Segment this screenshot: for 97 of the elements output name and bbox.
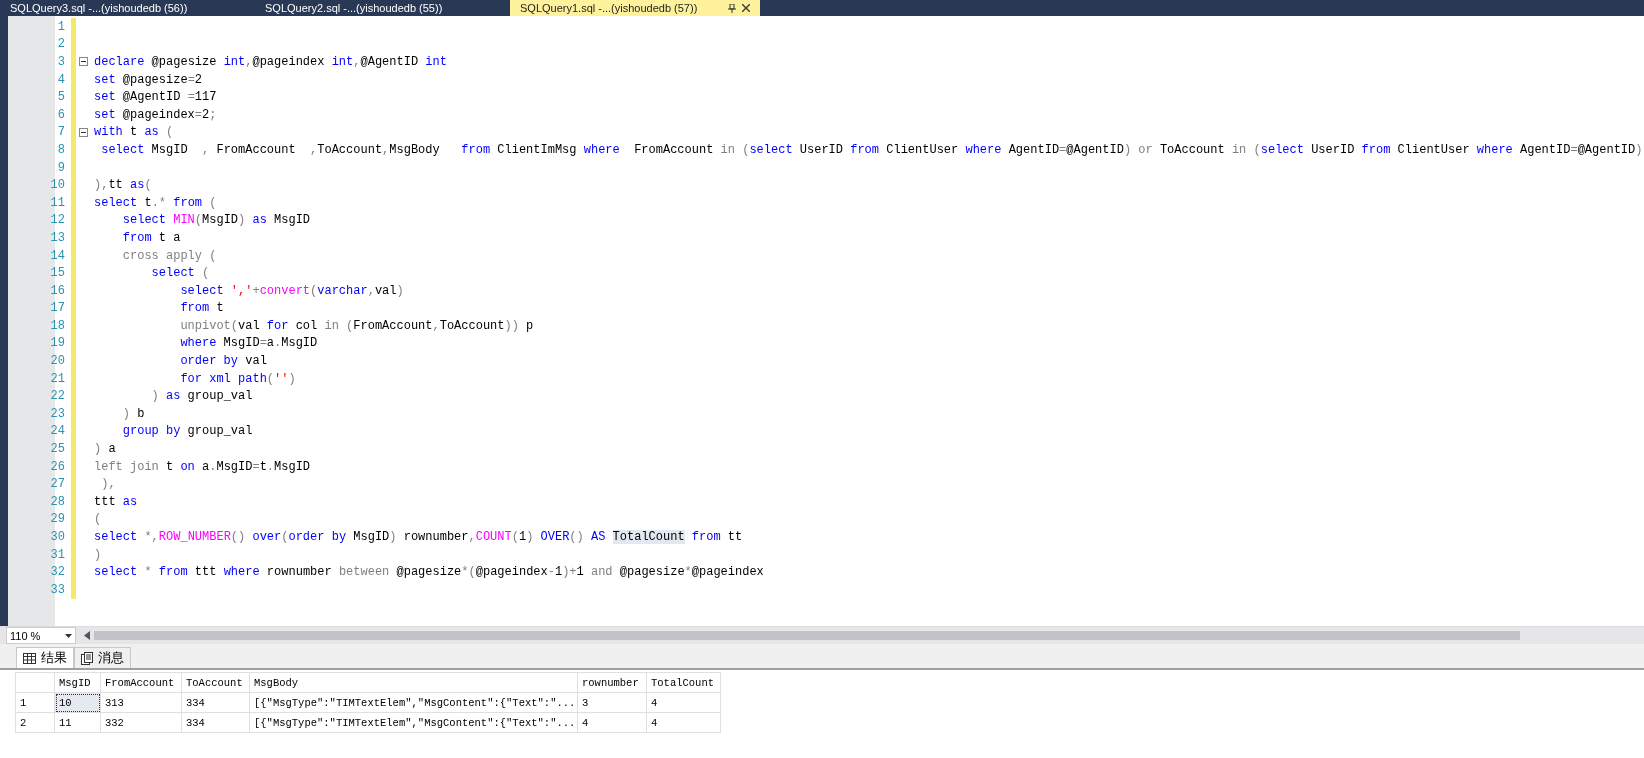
- line-number: 30: [50, 530, 65, 544]
- line-number: 6: [57, 107, 65, 122]
- code-line: declare @pagesize int,@pageindex int,@AgentID int: [93, 55, 447, 69]
- collapse-icon[interactable]: [78, 127, 88, 137]
- results-tab[interactable]: 结果: [16, 647, 74, 668]
- line-number: 18: [50, 318, 65, 333]
- table-cell[interactable]: 4: [647, 713, 721, 733]
- column-header[interactable]: MsgBody: [250, 673, 578, 693]
- line-number: 3: [57, 55, 65, 69]
- pin-icon[interactable]: [728, 3, 736, 13]
- code-line: select MIN(MsgID) as MsgID: [121, 213, 311, 228]
- line-number: 1: [57, 19, 65, 34]
- code-line: from t a: [121, 230, 181, 245]
- line-number: 31: [50, 547, 65, 562]
- results-tab[interactable]: 消息: [74, 647, 131, 668]
- scrollbar-thumb[interactable]: [94, 631, 1520, 640]
- line-number: 22: [50, 389, 65, 404]
- code-line: where MsgID=a.MsgID: [179, 336, 318, 351]
- line-number: 29: [50, 512, 65, 527]
- line-number: 5: [57, 90, 65, 105]
- line-number: 14: [50, 248, 65, 263]
- table-cell[interactable]: 332: [101, 713, 182, 733]
- line-number: 25: [50, 442, 65, 457]
- code-line: for xml path(''): [179, 371, 296, 386]
- line-number: 2: [57, 37, 65, 52]
- code-line: order by val: [179, 354, 267, 369]
- table-cell[interactable]: 334: [182, 693, 250, 713]
- line-number: 9: [57, 160, 65, 175]
- line-number: 28: [50, 494, 65, 509]
- code-line: ),tt as(: [93, 178, 152, 193]
- line-number: 17: [50, 301, 65, 316]
- line-number: 12: [50, 213, 65, 228]
- code-line: select (: [150, 266, 210, 281]
- column-header[interactable]: MsgID: [55, 673, 101, 693]
- collapse-icon[interactable]: [78, 57, 88, 67]
- document-tab[interactable]: SQLQuery2.sql -...(yishoudedb (55)): [255, 0, 510, 16]
- line-number: 8: [57, 142, 65, 157]
- code-line: group by group_val: [121, 424, 253, 439]
- table-cell[interactable]: 313: [101, 693, 182, 713]
- table-cell[interactable]: 10: [55, 693, 101, 713]
- line-number: 33: [50, 582, 65, 597]
- column-header[interactable]: rownumber: [578, 673, 647, 693]
- document-icon: [81, 651, 93, 665]
- code-line: left join t on a.MsgID=t.MsgID: [93, 459, 311, 474]
- code-line: select MsgID , FromAccount ,ToAccount,MsgBody from ClientImMsg where FromAccount in (select UserID from ClientUser where AgentID=@AgentID) or ToAccount in (select UserID from ClientUser where AgentID=@AgentID): [100, 142, 1643, 157]
- line-number: 23: [50, 406, 65, 421]
- line-number: 19: [50, 336, 65, 351]
- grid-icon: [23, 652, 36, 664]
- line-number: 24: [50, 424, 65, 439]
- code-line: cross apply (: [121, 248, 217, 263]
- caret-icon: [65, 633, 72, 638]
- code-line: ) as group_val: [150, 389, 253, 404]
- table-cell[interactable]: 334: [182, 713, 250, 733]
- code-line: set @pageindex=2;: [93, 107, 217, 122]
- code-line: ): [93, 547, 102, 562]
- table-cell[interactable]: 4: [578, 713, 647, 733]
- line-number: 11: [50, 195, 65, 210]
- code-line: ) b: [121, 406, 145, 421]
- table-cell[interactable]: [{"MsgType":"TIMTextElem","MsgContent":{"Text":"...: [250, 713, 578, 733]
- code-line: ) a: [93, 442, 116, 457]
- code-line: select * from ttt where rownumber between @pagesize*(@pageindex-1)+1 and @pagesize*@pageindex: [93, 565, 764, 580]
- document-tab[interactable]: SQLQuery3.sql -...(yishoudedb (56)): [0, 0, 255, 16]
- line-number: 21: [50, 371, 65, 386]
- code-line: from t: [179, 301, 224, 316]
- line-number: 32: [50, 565, 65, 580]
- code-line: select *,ROW_NUMBER() over(order by MsgID) rownumber,COUNT(1) OVER() AS TotalCount from tt: [93, 530, 743, 544]
- line-number: 16: [50, 283, 65, 298]
- row-number[interactable]: 2: [16, 713, 55, 733]
- code-line: set @AgentID =117: [93, 90, 217, 105]
- table-cell[interactable]: 4: [647, 693, 721, 713]
- code-line: unpivot(val for col in (FromAccount,ToAccount)) p: [179, 318, 534, 333]
- code-line: ttt as: [93, 494, 138, 509]
- line-number: 26: [50, 459, 65, 474]
- table-cell[interactable]: 11: [55, 713, 101, 733]
- line-number: 7: [57, 125, 65, 140]
- close-icon[interactable]: [742, 4, 750, 12]
- table-cell[interactable]: [{"MsgType":"TIMTextElem","MsgContent":{"Text":"...: [250, 693, 578, 713]
- row-number[interactable]: 1: [16, 693, 55, 713]
- column-header[interactable]: TotalCount: [647, 673, 721, 693]
- code-line: set @pagesize=2: [93, 72, 203, 87]
- code-line: select ','+convert(varchar,val): [179, 283, 404, 298]
- table-cell[interactable]: 3: [578, 693, 647, 713]
- line-number: 4: [57, 72, 65, 87]
- code-line: select t.* from (: [93, 195, 217, 210]
- line-number: 13: [50, 230, 65, 245]
- line-number: 20: [50, 354, 65, 369]
- column-header[interactable]: FromAccount: [101, 673, 182, 693]
- line-number: 27: [50, 477, 65, 492]
- code-line: with t as (: [93, 125, 174, 140]
- line-number: 10: [50, 178, 65, 193]
- code-line: ),: [100, 477, 116, 492]
- scroll-left-icon[interactable]: [84, 631, 90, 640]
- zoom-dropdown[interactable]: 110 %: [6, 627, 76, 644]
- line-number: 15: [50, 266, 65, 281]
- column-header[interactable]: ToAccount: [182, 673, 250, 693]
- document-tab[interactable]: SQLQuery1.sql -...(yishoudedb (57)): [510, 0, 760, 16]
- code-line: (: [93, 512, 102, 527]
